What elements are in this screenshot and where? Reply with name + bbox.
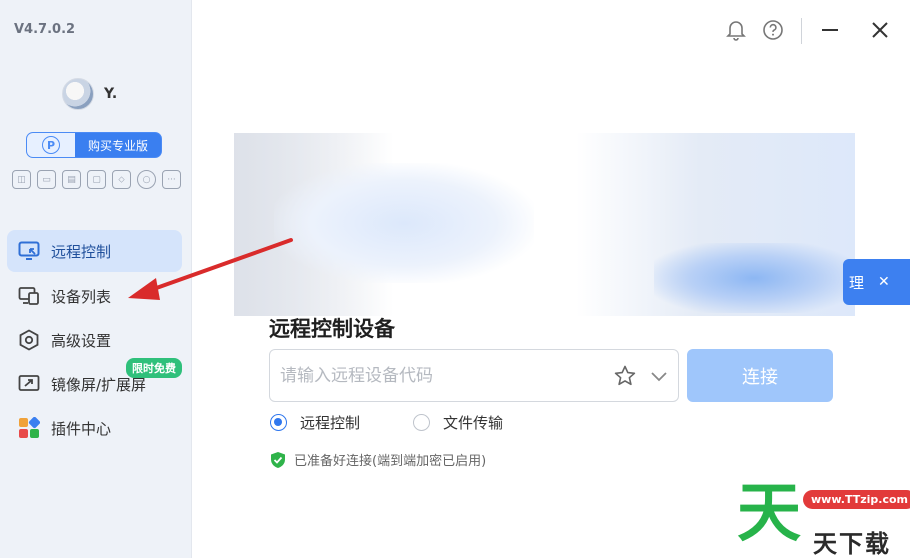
circle-icon[interactable]: ○ [137, 170, 156, 189]
banner-text: 理 [849, 273, 865, 292]
quick-tools: ◫ ▭ ▤ ▢ ⬦ ○ ··· [12, 170, 181, 189]
remote-control-icon [18, 240, 40, 262]
pro-p-icon: P [42, 136, 60, 154]
app-version: V4.7.0.2 [14, 22, 76, 37]
mode-file-transfer[interactable]: 文件传输 [413, 412, 503, 433]
blurred-content [234, 133, 855, 316]
sidebar-item-mirror-screen[interactable]: 镜像屏/扩展屏 [7, 363, 182, 405]
watermark-big-char: 天 [737, 477, 801, 551]
avatar[interactable] [62, 78, 94, 110]
sidebar-item-label: 高级设置 [51, 331, 112, 350]
window-icon[interactable]: ▢ [87, 170, 106, 189]
device-code-field [269, 349, 679, 402]
screen-icon[interactable]: ▭ [37, 170, 56, 189]
radio-unselected[interactable] [413, 414, 430, 431]
shield-check-icon [270, 451, 286, 469]
mode-label: 文件传输 [443, 414, 504, 432]
sidebar-item-device-list[interactable]: 设备列表 [7, 275, 182, 317]
sidebar-item-remote-control[interactable]: 远程控制 [7, 230, 182, 272]
chevron-down-icon[interactable] [647, 364, 671, 388]
close-icon[interactable] [868, 18, 892, 42]
sidebar-item-advanced-settings[interactable]: 高级设置 [7, 319, 182, 361]
watermark-logo: 天 www.TTzip.com 天下载 [733, 478, 910, 558]
buy-pro-button[interactable]: P 购买专业版 [26, 132, 162, 158]
username: Y. [104, 86, 118, 102]
blur-shade-right [654, 243, 854, 313]
status-text: 已准备好连接(端到端加密已启用) [294, 454, 487, 469]
watermark-url: www.TTzip.com [803, 490, 910, 509]
advanced-settings-icon [18, 329, 40, 351]
gamepad-icon[interactable]: ◫ [12, 170, 31, 189]
device-code-input[interactable] [280, 350, 610, 401]
minimize-icon[interactable] [818, 18, 842, 42]
sidebar-item-label: 镜像屏/扩展屏 [51, 375, 147, 394]
pro-icon-area: P [27, 133, 75, 157]
section-title: 远程控制设备 [269, 317, 395, 341]
blur-shade-center [274, 163, 534, 283]
buy-pro-label: 购买专业版 [87, 138, 148, 153]
radio-selected[interactable] [270, 414, 287, 431]
sidebar-item-label: 设备列表 [51, 287, 112, 306]
mode-label: 远程控制 [300, 414, 361, 432]
bell-icon[interactable] [724, 18, 748, 42]
mode-remote-control[interactable]: 远程控制 [270, 412, 360, 433]
help-icon[interactable] [761, 18, 785, 42]
promo-banner[interactable]: 理 ✕ [843, 259, 910, 305]
sidebar: V4.7.0.2 Y. P 购买专业版 ◫ ▭ ▤ ▢ ⬦ ○ ··· 远程控制… [0, 0, 192, 558]
connect-button[interactable]: 连接 [687, 349, 833, 402]
sidebar-item-label: 远程控制 [51, 242, 112, 261]
watermark-text: 天下载 [813, 530, 891, 558]
folder-icon[interactable]: ▤ [62, 170, 81, 189]
mirror-screen-icon [18, 373, 40, 395]
plugin-center-icon [18, 417, 40, 439]
more-icon[interactable]: ··· [162, 170, 181, 189]
device-list-icon [18, 285, 40, 307]
rocket-icon[interactable]: ⬦ [112, 170, 131, 189]
star-icon[interactable] [613, 364, 637, 388]
toolbar-divider [801, 18, 802, 44]
sidebar-item-label: 插件中心 [51, 419, 112, 438]
sidebar-item-plugin-center[interactable]: 插件中心 [7, 407, 182, 449]
connection-status: 已准备好连接(端到端加密已启用) [270, 450, 486, 469]
banner-close-icon[interactable]: ✕ [878, 274, 890, 290]
